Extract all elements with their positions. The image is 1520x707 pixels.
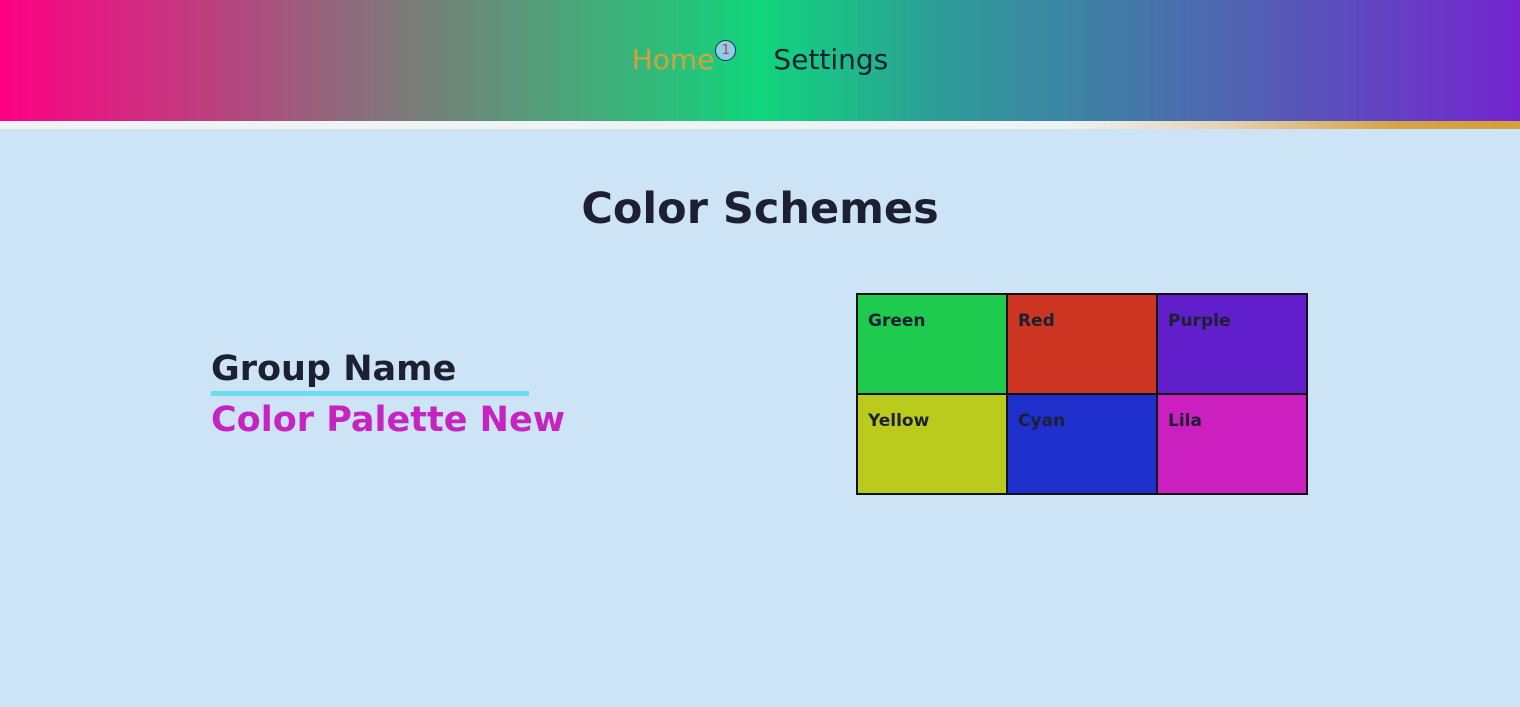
page-title: Color Schemes [581, 184, 939, 234]
nav-home-label: Home [631, 43, 715, 76]
swatch-label: Red [1018, 311, 1055, 331]
swatch-label: Purple [1168, 311, 1231, 331]
top-header: Home 1 Settings [0, 0, 1520, 121]
swatch-green[interactable]: Green [857, 294, 1007, 394]
swatch-red[interactable]: Red [1007, 294, 1157, 394]
header-accent-strip [0, 121, 1520, 129]
palette-name[interactable]: Color Palette New [211, 396, 565, 444]
main-nav: Home 1 Settings [0, 40, 1520, 80]
swatch-label: Green [868, 311, 926, 331]
swatch-label: Lila [1168, 411, 1202, 431]
nav-link-home[interactable]: Home 1 [631, 40, 737, 80]
swatch-cyan[interactable]: Cyan [1007, 394, 1157, 494]
nav-settings-label: Settings [773, 43, 889, 76]
notification-badge: 1 [715, 40, 737, 61]
swatch-yellow[interactable]: Yellow [857, 394, 1007, 494]
swatch-lila[interactable]: Lila [1157, 394, 1307, 494]
color-swatch-grid: Green Red Purple Yellow Cyan Lila [856, 293, 1308, 495]
nav-link-settings[interactable]: Settings [773, 40, 888, 80]
swatch-label: Cyan [1018, 411, 1066, 431]
group-block: Group Name Color Palette New [211, 347, 565, 444]
swatch-purple[interactable]: Purple [1157, 294, 1307, 394]
swatch-label: Yellow [868, 411, 930, 431]
group-name-label: Group Name [211, 347, 529, 396]
